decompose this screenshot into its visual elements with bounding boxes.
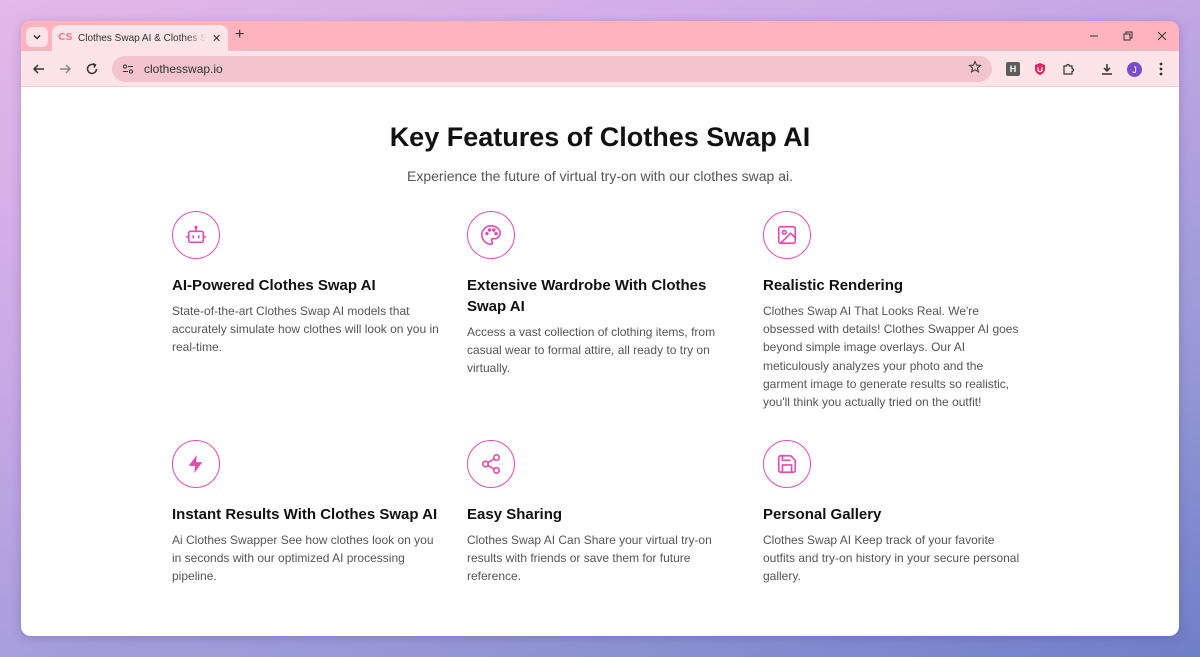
extension-h-icon[interactable]: H bbox=[1006, 62, 1020, 76]
tab-active[interactable]: CS Clothes Swap AI & Clothes Swap AI ✕ bbox=[52, 25, 228, 51]
feature-card: Easy Sharing Clothes Swap AI Can Share y… bbox=[467, 440, 737, 586]
feature-description: Clothes Swap AI That Looks Real. We're o… bbox=[763, 304, 1019, 410]
page-subtitle: Experience the future of virtual try-on … bbox=[407, 168, 793, 184]
restore-icon bbox=[1123, 31, 1133, 41]
url-text: clothesswap.io bbox=[144, 62, 223, 76]
profile-avatar[interactable]: J bbox=[1127, 62, 1142, 77]
tab-title: Clothes Swap AI & Clothes Swap AI bbox=[78, 32, 206, 44]
feature-card: Personal Gallery Clothes Swap AI Keep tr… bbox=[763, 440, 1028, 586]
download-icon[interactable] bbox=[1098, 60, 1116, 78]
feature-description: State-of-the-art Clothes Swap AI models … bbox=[172, 304, 439, 355]
feature-card: Realistic Rendering Clothes Swap AI That… bbox=[763, 211, 1028, 411]
image-icon bbox=[763, 211, 811, 259]
save-icon bbox=[763, 440, 811, 488]
feature-title: AI-Powered Clothes Swap AI bbox=[172, 277, 376, 294]
robot-icon bbox=[172, 211, 220, 259]
minimize-icon bbox=[1090, 35, 1098, 37]
browser-toolbar: clothesswap.io H J bbox=[21, 51, 1179, 87]
feature-card: AI-Powered Clothes Swap AI State-of-the-… bbox=[172, 211, 442, 357]
feature-title: Realistic Rendering bbox=[763, 277, 904, 294]
reload-icon bbox=[86, 62, 98, 75]
close-icon[interactable]: ✕ bbox=[212, 32, 221, 45]
window-controls bbox=[1077, 21, 1179, 51]
tab-bar: CS Clothes Swap AI & Clothes Swap AI ✕ + bbox=[21, 21, 1179, 51]
feature-description: Clothes Swap AI Keep track of your favor… bbox=[763, 533, 1020, 584]
arrow-left-icon bbox=[32, 64, 44, 74]
shield-extension-icon[interactable] bbox=[1031, 60, 1049, 78]
page-content: Key Features of Clothes Swap AI Experien… bbox=[21, 87, 1179, 636]
browser-window: CS Clothes Swap AI & Clothes Swap AI ✕ + bbox=[21, 21, 1179, 636]
feature-card: Extensive Wardrobe With Clothes Swap AI … bbox=[467, 211, 737, 378]
chevron-down-icon bbox=[33, 34, 41, 40]
palette-icon bbox=[467, 211, 515, 259]
feature-title: Personal Gallery bbox=[763, 506, 882, 523]
menu-kebab-icon[interactable] bbox=[1152, 60, 1170, 78]
page-title: Key Features of Clothes Swap AI bbox=[389, 122, 811, 152]
arrow-right-icon bbox=[60, 64, 72, 74]
forward-button[interactable] bbox=[55, 59, 75, 79]
favicon-icon: CS bbox=[58, 32, 73, 43]
feature-title: Extensive Wardrobe With Clothes Swap AI bbox=[467, 277, 707, 315]
restore-button[interactable] bbox=[1111, 21, 1145, 51]
back-button[interactable] bbox=[29, 59, 49, 79]
tab-search-button[interactable] bbox=[26, 27, 48, 47]
site-info-icon[interactable] bbox=[120, 61, 136, 77]
bookmark-star-icon[interactable] bbox=[968, 60, 982, 79]
close-window-button[interactable] bbox=[1145, 21, 1179, 51]
lightning-icon bbox=[172, 440, 220, 488]
minimize-button[interactable] bbox=[1077, 21, 1111, 51]
share-icon bbox=[467, 440, 515, 488]
feature-description: Clothes Swap AI Can Share your virtual t… bbox=[467, 533, 712, 584]
reload-button[interactable] bbox=[82, 59, 102, 79]
feature-title: Easy Sharing bbox=[467, 506, 563, 523]
extensions-puzzle-icon[interactable] bbox=[1059, 60, 1077, 78]
feature-title: Instant Results With Clothes Swap AI bbox=[172, 506, 438, 523]
address-bar[interactable]: clothesswap.io bbox=[112, 56, 992, 82]
new-tab-button[interactable]: + bbox=[235, 26, 244, 44]
close-icon bbox=[1157, 31, 1167, 41]
feature-card: Instant Results With Clothes Swap AI Ai … bbox=[172, 440, 442, 586]
feature-description: Access a vast collection of clothing ite… bbox=[467, 325, 716, 376]
feature-description: Ai Clothes Swapper See how clothes look … bbox=[172, 533, 434, 584]
